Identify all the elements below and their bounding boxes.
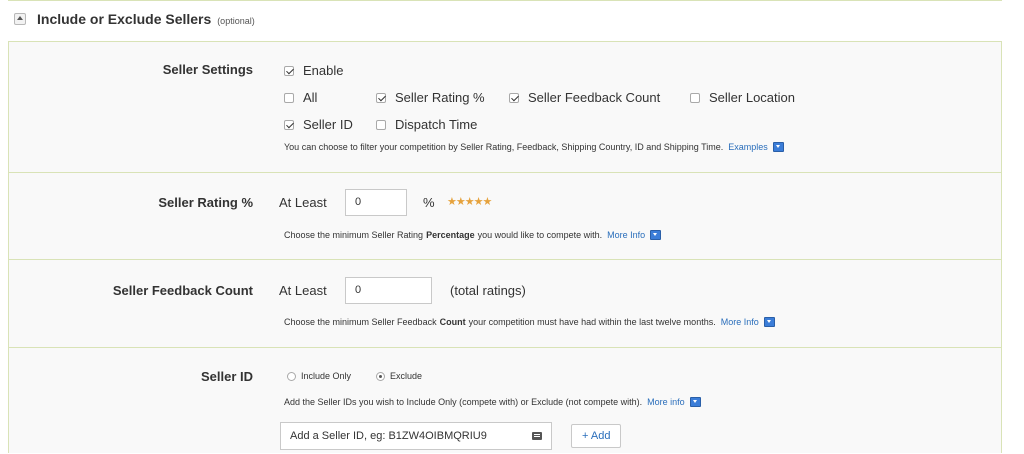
seller-feedback-more-info-dropdown-icon[interactable] — [763, 317, 775, 327]
section-header: Include or Exclude Sellers (optional) — [14, 11, 255, 27]
star-rating-icon: ★★★★★ — [447, 196, 492, 208]
seller-rating-row: Seller Rating % At Least 0 % ★★★★★ Choos… — [9, 172, 1001, 260]
include-only-radio-label: Include Only — [301, 371, 352, 381]
collapse-toggle-icon[interactable] — [14, 13, 26, 25]
examples-dropdown-icon[interactable] — [772, 142, 784, 152]
seller-rating-help-text-after: you would like to compete with. — [477, 230, 603, 240]
enable-checkbox-label: Enable — [303, 63, 344, 78]
top-divider — [8, 0, 1002, 1]
exclude-radio-label: Exclude — [390, 371, 423, 381]
seller-feedback-prefix: At Least — [279, 283, 327, 298]
seller-feedback-count-checkbox[interactable]: Seller Feedback Count — [509, 90, 660, 105]
dispatch-time-checkbox-box[interactable] — [376, 119, 386, 130]
exclude-radio-circle[interactable] — [376, 371, 385, 381]
all-checkbox-label: All — [303, 90, 318, 105]
seller-settings-help: You can choose to filter your competitio… — [284, 142, 784, 152]
exclude-radio[interactable]: Exclude — [376, 371, 422, 381]
seller-settings-label: Seller Settings — [162, 62, 253, 77]
section-title-text: Include or Exclude Sellers — [37, 11, 212, 27]
examples-link[interactable]: Examples — [728, 142, 768, 152]
seller-rating-checkbox-box[interactable] — [376, 92, 386, 103]
section-title: Include or Exclude Sellers (optional) — [37, 11, 255, 27]
seller-location-checkbox-label: Seller Location — [709, 90, 795, 105]
seller-rating-more-info-link[interactable]: More Info — [607, 230, 645, 240]
seller-feedback-help-bold: Count — [439, 317, 466, 327]
seller-rating-help-text: Choose the minimum Seller Rating — [284, 230, 424, 240]
seller-id-more-info-dropdown-icon[interactable] — [689, 397, 701, 407]
seller-rating-prefix: At Least — [279, 195, 327, 210]
seller-feedback-more-info-link[interactable]: More Info — [721, 317, 759, 327]
seller-rating-input[interactable]: 0 — [345, 189, 407, 216]
seller-filter-panel: Seller Settings Enable All Seller Rating… — [8, 41, 1002, 453]
seller-id-input-placeholder: Add a Seller ID, eg: B1ZW4OIBMQRIU9 — [290, 430, 487, 442]
seller-feedback-suffix: (total ratings) — [450, 283, 526, 298]
seller-location-checkbox[interactable]: Seller Location — [690, 90, 795, 105]
seller-feedback-label: Seller Feedback Count — [112, 283, 253, 298]
seller-id-help: Add the Seller IDs you wish to Include O… — [284, 397, 701, 407]
seller-feedback-help-text: Choose the minimum Seller Feedback — [284, 317, 437, 327]
add-seller-id-button[interactable]: + Add — [571, 424, 622, 448]
seller-feedback-row: Seller Feedback Count At Least 0 (total … — [9, 259, 1001, 348]
seller-feedback-count-checkbox-box[interactable] — [509, 92, 519, 103]
seller-rating-more-info-dropdown-icon[interactable] — [650, 230, 662, 240]
all-checkbox-box[interactable] — [284, 92, 294, 103]
seller-rating-help: Choose the minimum Seller Rating Percent… — [284, 230, 662, 240]
all-checkbox[interactable]: All — [284, 90, 317, 105]
seller-feedback-help: Choose the minimum Seller Feedback Count… — [284, 317, 775, 327]
seller-id-checkbox[interactable]: Seller ID — [284, 117, 353, 132]
seller-id-checkbox-label: Seller ID — [303, 117, 353, 132]
seller-rating-checkbox-label: Seller Rating % — [395, 90, 485, 105]
keyboard-icon[interactable] — [532, 432, 542, 440]
seller-feedback-count-checkbox-label: Seller Feedback Count — [528, 90, 661, 105]
seller-id-input[interactable]: Add a Seller ID, eg: B1ZW4OIBMQRIU9 — [280, 422, 552, 450]
seller-rating-help-bold: Percentage — [426, 230, 475, 240]
seller-feedback-input[interactable]: 0 — [345, 277, 432, 304]
seller-feedback-help-text-after: your competition must have had within th… — [468, 317, 716, 327]
seller-location-checkbox-box[interactable] — [690, 92, 700, 103]
seller-settings-help-text: You can choose to filter your competitio… — [284, 142, 724, 152]
dispatch-time-checkbox-label: Dispatch Time — [395, 117, 478, 132]
include-only-radio-circle[interactable] — [287, 371, 296, 381]
seller-id-help-text: Add the Seller IDs you wish to Include O… — [284, 397, 643, 407]
seller-id-more-info-link[interactable]: More info — [647, 397, 685, 407]
seller-settings-row: Seller Settings Enable All Seller Rating… — [9, 42, 1001, 173]
seller-rating-percent-sign: % — [423, 195, 435, 210]
seller-id-label: Seller ID — [200, 369, 253, 384]
seller-rating-checkbox[interactable]: Seller Rating % — [376, 90, 485, 105]
enable-checkbox-box[interactable] — [284, 65, 294, 76]
seller-rating-label: Seller Rating % — [158, 195, 253, 210]
optional-note: (optional) — [217, 16, 255, 26]
enable-checkbox[interactable]: Enable — [284, 63, 343, 78]
include-only-radio[interactable]: Include Only — [287, 371, 351, 381]
dispatch-time-checkbox[interactable]: Dispatch Time — [376, 117, 477, 132]
seller-id-checkbox-box[interactable] — [284, 119, 294, 130]
seller-id-row: Seller ID Include Only Exclude Add the S… — [9, 347, 1001, 454]
